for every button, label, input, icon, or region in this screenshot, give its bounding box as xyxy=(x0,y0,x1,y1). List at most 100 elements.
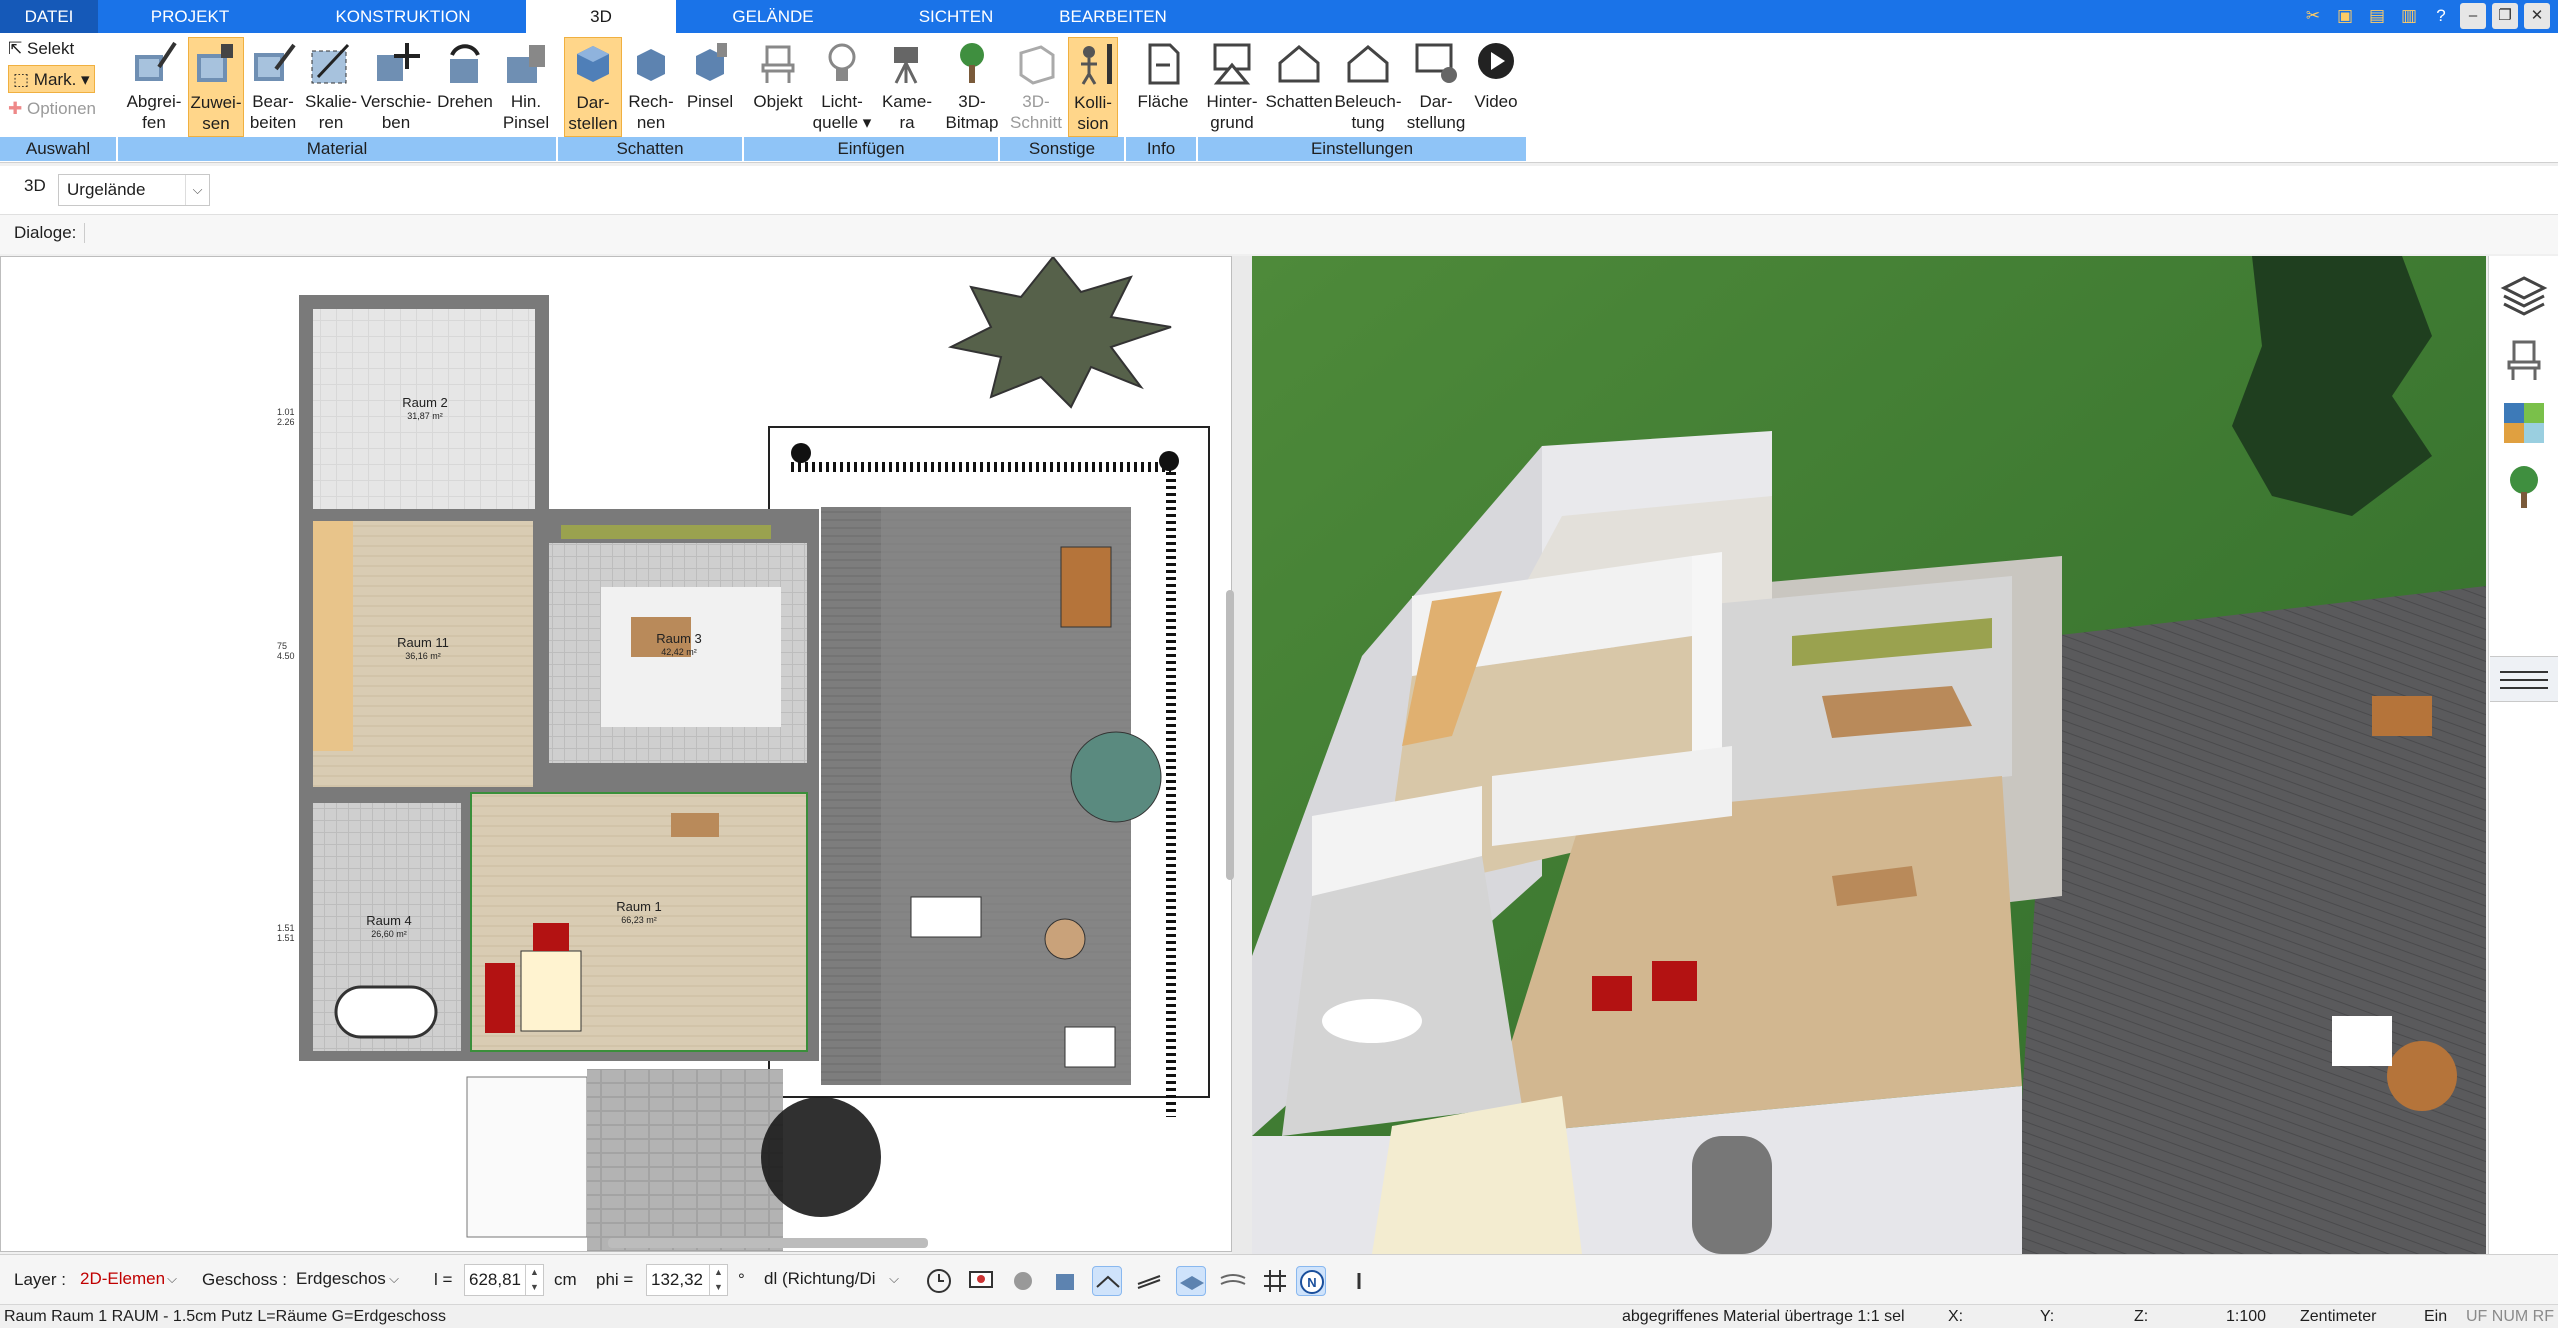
chevron-down-icon: ⌵ xyxy=(389,1271,399,1286)
area-icon xyxy=(1148,43,1180,85)
flaeche-button[interactable]: Fläche xyxy=(1130,37,1196,137)
camera-icon xyxy=(894,47,918,84)
tree-top-symbol xyxy=(947,257,1172,409)
status-mode: Ein xyxy=(2424,1308,2448,1325)
kamera-button[interactable]: Kame-ra xyxy=(874,37,940,137)
hin-pinsel-button[interactable]: Hin. Pinsel xyxy=(498,37,554,137)
schatten-settings-button[interactable]: Schatten xyxy=(1264,37,1334,137)
tab-projekt[interactable]: PROJEKT xyxy=(120,0,260,33)
clipboard-icon[interactable]: ▤ xyxy=(2364,3,2390,29)
tools-icon[interactable]: ✂ xyxy=(2300,3,2326,29)
display-settings-icon xyxy=(1415,43,1457,83)
abgreifen-button[interactable]: Abgrei-fen xyxy=(120,37,188,137)
group-schatten: Schatten xyxy=(558,137,744,161)
beleuchtung-button[interactable]: Beleuch-tung xyxy=(1334,37,1402,137)
optionen-button[interactable]: ✚ Optionen xyxy=(8,95,96,123)
wall-view-icon[interactable] xyxy=(1092,1266,1122,1296)
group-sonstige: Sonstige xyxy=(1000,137,1126,161)
shadow-display-icon xyxy=(577,46,609,82)
bearbeiten-button[interactable]: Bear-beiten xyxy=(244,37,302,137)
close-button[interactable]: ✕ xyxy=(2524,3,2550,29)
geschoss-select-value: Erdgeschos xyxy=(296,1269,386,1288)
spinner-arrows-icon[interactable]: ▲ ▼ xyxy=(709,1265,727,1295)
layers-icon[interactable] xyxy=(2499,270,2549,320)
pane-splitter[interactable] xyxy=(1232,256,1252,1254)
tab-konstruktion[interactable]: KONSTRUKTION xyxy=(318,0,488,33)
move-icon xyxy=(377,43,420,81)
hatch-icon[interactable] xyxy=(1134,1266,1164,1296)
schatten-pinsel-button[interactable]: Pinsel xyxy=(680,37,740,137)
direction-mode-select[interactable]: dl (Richtung/Di ⌵ xyxy=(756,1264,906,1296)
plan-horizontal-scrollbar[interactable] xyxy=(608,1238,928,1248)
objekt-button[interactable]: Objekt xyxy=(746,37,810,137)
tab-datei[interactable]: DATEI xyxy=(0,0,98,33)
raum-4-area: 26,60 m² xyxy=(371,929,407,939)
mark-button[interactable]: ⬚ Mark. ▾ xyxy=(8,65,95,93)
terrain-icon[interactable] xyxy=(1218,1266,1248,1296)
tab-sichten[interactable]: SICHTEN xyxy=(886,0,1026,33)
sidebar-handle[interactable] xyxy=(2490,656,2558,702)
floor-plan-view[interactable]: Raum 2 31,87 m² Raum 11 36,16 m² Raum 3 … xyxy=(0,256,1232,1252)
plan-vertical-scrollbar[interactable] xyxy=(1226,590,1234,880)
tab-3d[interactable]: 3D xyxy=(526,0,676,33)
3d-view[interactable] xyxy=(1252,256,2486,1254)
3d-room-raum-4 xyxy=(1282,856,1522,1136)
3d-schnitt-button[interactable]: 3D- Schnitt xyxy=(1004,37,1068,137)
stack-icon[interactable]: ▥ xyxy=(2396,3,2422,29)
3d-bitmap-button[interactable]: 3D- Bitmap xyxy=(940,37,1004,137)
render-icon[interactable] xyxy=(1008,1266,1038,1296)
scale-icon xyxy=(311,43,350,84)
phi-input[interactable]: 132,32 ▲ ▼ xyxy=(646,1264,728,1296)
geschoss-select[interactable]: Erdgeschos ⌵ xyxy=(288,1264,406,1296)
chevron-down-icon: ⌵ xyxy=(185,175,209,205)
skalieren-button[interactable]: Skalie-ren xyxy=(302,37,360,137)
background-icon xyxy=(1213,43,1251,85)
kollision-button[interactable]: Kolli-sion xyxy=(1068,37,1118,137)
terrain-select-value: Urgelände xyxy=(67,180,146,199)
zuweisen-button[interactable]: Zuwei-sen xyxy=(188,37,244,137)
verschieben-button[interactable]: Verschie-ben xyxy=(360,37,432,137)
raum-3-area: 42,42 m² xyxy=(661,647,697,657)
layer-select[interactable]: 2D-Elemen ⌵ xyxy=(72,1264,184,1296)
plane-icon[interactable] xyxy=(1176,1266,1206,1296)
selekt-button[interactable]: ⇱ Selekt xyxy=(8,35,74,63)
lichtquelle-button[interactable]: Licht-quelle ▾ xyxy=(810,37,874,137)
hintergrund-button[interactable]: Hinter-grund xyxy=(1200,37,1264,137)
drehen-button[interactable]: Drehen xyxy=(432,37,498,137)
help-icon[interactable]: ? xyxy=(2428,3,2454,29)
cursor-icon: ⇱ xyxy=(8,39,23,58)
l-input[interactable]: 628,81 ▲ ▼ xyxy=(464,1264,544,1296)
selekt-label: Selekt xyxy=(26,39,75,58)
floor-plan-drawing: Raum 2 31,87 m² Raum 11 36,16 m² Raum 3 … xyxy=(277,257,1210,1251)
chair-catalog-icon[interactable] xyxy=(2499,334,2549,384)
more-options-icon[interactable] xyxy=(1344,1266,1374,1296)
l-input-value: 628,81 xyxy=(469,1270,521,1289)
plants-icon[interactable] xyxy=(2499,462,2549,512)
grid-icon[interactable] xyxy=(1260,1266,1290,1296)
furniture-icon[interactable] xyxy=(1050,1266,1080,1296)
tab-bearbeiten[interactable]: BEARBEITEN xyxy=(1048,0,1178,33)
l-label: l = xyxy=(434,1270,453,1289)
tab-gelaende[interactable]: GELÄNDE xyxy=(700,0,846,33)
rechnen-button[interactable]: Rech-nen xyxy=(622,37,680,137)
group-auswahl: Auswahl xyxy=(0,137,118,161)
svg-text:N: N xyxy=(1307,1275,1316,1290)
monitor-icon[interactable] xyxy=(966,1266,996,1296)
mode-label: 3D xyxy=(24,176,46,195)
video-button[interactable]: Video xyxy=(1468,37,1524,137)
restore-button[interactable]: ❐ xyxy=(2492,3,2518,29)
darstellung-button[interactable]: Dar-stellung xyxy=(1404,37,1468,137)
dimension-label: 1.51 xyxy=(277,933,295,943)
document-icon[interactable]: ▣ xyxy=(2332,3,2358,29)
edit-material-icon xyxy=(254,43,296,81)
darstellen-button[interactable]: Dar-stellen xyxy=(564,37,622,137)
material-palette-icon[interactable] xyxy=(2499,398,2549,448)
clock-icon[interactable] xyxy=(924,1266,954,1296)
geschoss-label: Geschoss : xyxy=(202,1270,288,1289)
north-icon[interactable]: N xyxy=(1296,1266,1326,1296)
terrain-select[interactable]: Urgelände ⌵ xyxy=(58,174,210,206)
raum-4-name: Raum 4 xyxy=(366,913,412,928)
minimize-button[interactable]: – xyxy=(2460,3,2486,29)
eyedropper-icon xyxy=(135,41,177,81)
spinner-arrows-icon[interactable]: ▲ ▼ xyxy=(525,1265,543,1295)
